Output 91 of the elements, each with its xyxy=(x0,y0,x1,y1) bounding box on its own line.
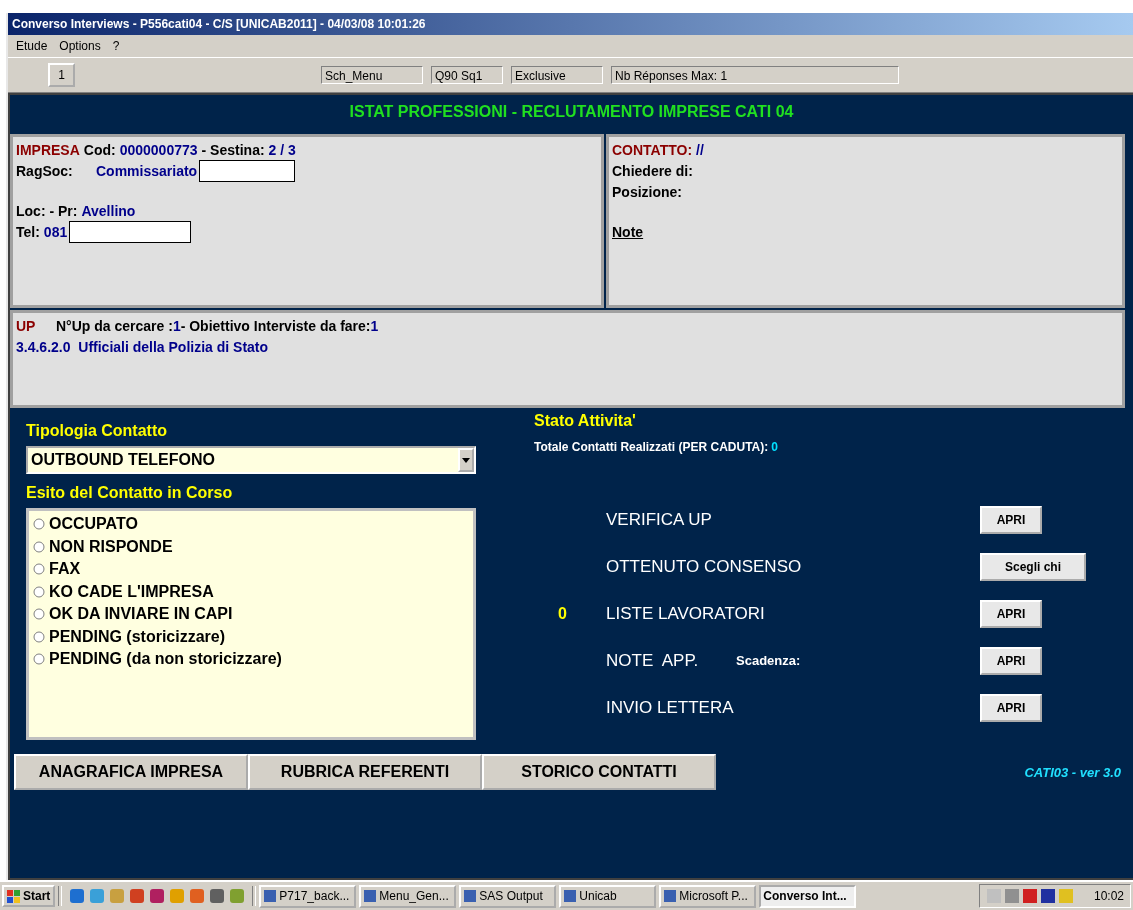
windows-logo-icon xyxy=(7,889,21,903)
field-value: Avellino xyxy=(81,202,136,219)
tray-icon[interactable] xyxy=(1021,888,1038,904)
radio-option[interactable]: FAX xyxy=(33,558,469,581)
start-button[interactable]: Start xyxy=(2,885,56,907)
menu-item[interactable]: Options xyxy=(59,39,101,53)
note-label: Note xyxy=(612,223,644,240)
radio-icon[interactable] xyxy=(33,608,45,621)
quick-launch-icon[interactable] xyxy=(69,888,86,904)
action-button[interactable]: APRI xyxy=(980,505,1042,534)
radio-icon[interactable] xyxy=(33,518,45,531)
menu-item[interactable]: Etude xyxy=(16,39,48,53)
radio-option[interactable]: NON RISPONDE xyxy=(33,535,469,558)
field-value: 3.4.6.2.0 Ufficiali della Polizia di Stato xyxy=(16,338,269,355)
action-label: INVIO LETTERA xyxy=(606,697,735,718)
action-label: OTTENUTO CONSENSO xyxy=(606,556,802,577)
tray-icon[interactable] xyxy=(1039,888,1056,904)
action-label: LISTE LAVORATORI xyxy=(606,603,765,624)
action-button[interactable]: APRI xyxy=(980,693,1042,722)
field-value: 1 xyxy=(172,317,181,334)
status-field: Sch_Menu xyxy=(321,66,423,84)
status-field: Q90 Sq1 xyxy=(431,66,503,84)
field-label: Scadenza: xyxy=(736,653,801,668)
field-label: - Sestina: xyxy=(201,141,265,158)
contact-type-dropdown[interactable]: OUTBOUND TELEFONO xyxy=(26,446,476,474)
window-icon xyxy=(463,889,478,903)
quick-launch-icon[interactable] xyxy=(149,888,166,904)
action-label: NOTE APP. xyxy=(606,650,700,671)
radio-option[interactable]: PENDING (storicizzare) xyxy=(33,625,469,648)
radio-icon[interactable] xyxy=(33,585,45,598)
action-label: VERIFICA UP xyxy=(606,509,713,530)
taskbar-button[interactable]: P717_back... xyxy=(259,884,357,908)
section-label: Stato Attivita' xyxy=(534,412,637,430)
field-value: 0 xyxy=(771,440,778,454)
action-button[interactable]: APRI xyxy=(980,646,1042,675)
field-value: Commissariato xyxy=(96,162,198,179)
clock: 10:02 xyxy=(1093,889,1124,903)
taskbar-button[interactable]: Menu_Gen... xyxy=(359,884,457,908)
section-label: CONTATTO: xyxy=(612,141,693,158)
field-label: Cod: xyxy=(83,141,116,158)
status-field: Nb Réponses Max: 1 xyxy=(611,66,899,84)
field-label: Totale Contatti Realizzati (PER CADUTA): xyxy=(534,440,769,454)
nav-button[interactable]: ANAGRAFICA IMPRESA xyxy=(14,754,248,790)
window-icon xyxy=(263,889,278,903)
nav-button[interactable]: RUBRICA REFERENTI xyxy=(248,754,482,790)
taskbar-button[interactable]: SAS Output xyxy=(459,884,557,908)
radio-option[interactable]: OK DA INVIARE IN CAPI xyxy=(33,603,469,626)
radio-icon[interactable] xyxy=(33,653,45,666)
quick-launch-icon[interactable] xyxy=(229,888,246,904)
radio-icon[interactable] xyxy=(33,540,45,553)
field-label: Tel: xyxy=(16,223,40,240)
quick-launch-icon[interactable] xyxy=(89,888,106,904)
count-value: 0 xyxy=(558,604,567,622)
field-value: // xyxy=(696,141,704,158)
field-label: - Obiettivo Interviste da fare: xyxy=(180,317,371,334)
field-label: Loc: - Pr: xyxy=(16,202,78,219)
field-value: 081 xyxy=(43,223,68,240)
status-field: Exclusive xyxy=(511,66,603,84)
window-title: Converso Interviews - P556cati04 - C/S [UNICAB2011] - 04/03/08 10:01:26 xyxy=(8,13,1133,35)
field-label: Chiedere di: xyxy=(612,162,693,179)
field-value: 0000000773 xyxy=(119,141,198,158)
radio-icon[interactable] xyxy=(33,630,45,643)
quick-launch-icon[interactable] xyxy=(129,888,146,904)
quick-launch-icon[interactable] xyxy=(209,888,226,904)
window-icon xyxy=(663,889,678,903)
page-button[interactable]: 1 xyxy=(48,63,75,87)
nav-button[interactable]: STORICO CONTATTI xyxy=(482,754,716,790)
version-label: CATI03 - ver 3.0 xyxy=(1024,764,1121,780)
radio-option[interactable]: PENDING (da non storicizzare) xyxy=(33,648,469,671)
action-button[interactable]: Scegli chi xyxy=(980,552,1086,581)
quick-launch-icon[interactable] xyxy=(189,888,206,904)
taskbar-button[interactable]: Microsoft P... xyxy=(659,884,757,908)
taskbar-button[interactable]: Converso Int... xyxy=(759,884,857,908)
action-button[interactable]: APRI xyxy=(980,599,1042,628)
taskbar-button[interactable]: Unicab xyxy=(559,884,657,908)
section-label: UP xyxy=(16,317,37,334)
window-icon xyxy=(563,889,578,903)
section-label: Esito del Contatto in Corso xyxy=(26,483,234,503)
radio-option[interactable]: KO CADE L'IMPRESA xyxy=(33,580,469,603)
field-label: Posizione: xyxy=(612,183,682,200)
section-label: Tipologia Contatto xyxy=(26,421,168,441)
field-label: N°Up da cercare : xyxy=(56,317,173,334)
form-title: ISTAT PROFESSIONI - RECLUTAMENTO IMPRESE CATI 04 xyxy=(348,102,795,122)
radio-icon[interactable] xyxy=(33,563,45,576)
field-label: RagSoc: xyxy=(16,162,74,179)
menu-item[interactable]: ? xyxy=(112,39,120,53)
radio-option[interactable]: OCCUPATO xyxy=(33,513,469,536)
field-value: 1 xyxy=(370,317,379,334)
section-label: IMPRESA xyxy=(16,141,80,158)
field-value: 2 / 3 xyxy=(268,141,296,158)
window-icon xyxy=(363,889,378,903)
